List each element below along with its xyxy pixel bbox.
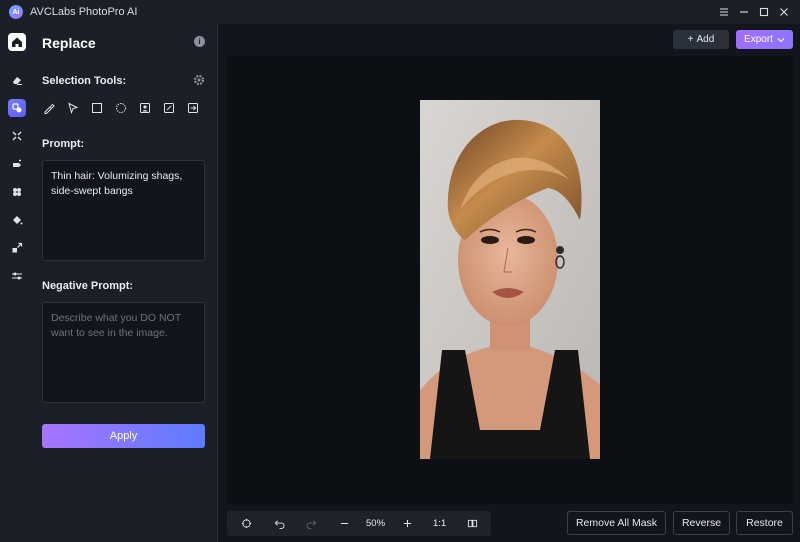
title-bar: Ai AVCLabs PhotoPro AI <box>0 0 800 24</box>
minimize-icon[interactable] <box>736 4 752 20</box>
home-icon[interactable] <box>8 33 26 51</box>
prompt-label: Prompt: <box>42 138 85 150</box>
chevron-down-icon <box>777 37 785 42</box>
app-title: AVCLabs PhotoPro AI <box>30 6 138 18</box>
portrait-photo[interactable] <box>420 100 600 459</box>
replace-icon[interactable] <box>8 99 26 117</box>
brush-icon[interactable] <box>42 101 55 114</box>
zoom-out-icon[interactable] <box>338 517 350 529</box>
reverse-button[interactable]: Reverse <box>673 511 730 535</box>
portrait-icon[interactable] <box>138 101 151 114</box>
prompt-input[interactable]: Thin hair: Volumizing shags, side-swept … <box>42 160 205 261</box>
selection-tools-label: Selection Tools: <box>42 75 127 87</box>
zoom-in-icon[interactable] <box>401 517 413 529</box>
maximize-icon[interactable] <box>756 4 772 20</box>
add-button[interactable]: + Add <box>673 30 729 49</box>
negative-prompt-input[interactable] <box>42 302 205 403</box>
reset-view-icon[interactable] <box>240 517 252 529</box>
add-label: Add <box>696 34 715 45</box>
paint-bucket-icon[interactable] <box>8 211 26 229</box>
export-label: Export <box>744 34 773 45</box>
eraser-icon[interactable] <box>8 71 26 89</box>
compare-icon[interactable] <box>466 517 478 529</box>
undo-icon[interactable] <box>273 517 285 529</box>
image-canvas[interactable] <box>227 56 793 504</box>
menu-icon[interactable] <box>716 4 732 20</box>
import-icon[interactable] <box>186 101 199 114</box>
magic-icon[interactable] <box>8 155 26 173</box>
zoom-level: 50% <box>366 518 386 529</box>
remove-all-mask-button[interactable]: Remove All Mask <box>567 511 666 535</box>
app-logo: Ai <box>9 5 23 19</box>
edit-icon[interactable] <box>162 101 175 114</box>
info-icon[interactable]: i <box>194 36 205 47</box>
expand-icon[interactable] <box>8 127 26 145</box>
export-button[interactable]: Export <box>736 30 793 49</box>
resize-icon[interactable] <box>8 239 26 257</box>
apply-button[interactable]: Apply <box>42 424 205 448</box>
restore-button[interactable]: Restore <box>736 511 793 535</box>
lasso-icon[interactable] <box>66 101 79 114</box>
rectangle-icon[interactable] <box>90 101 103 114</box>
negative-prompt-label: Negative Prompt: <box>42 280 134 292</box>
tool-rail <box>0 24 34 542</box>
redo-icon[interactable] <box>305 517 317 529</box>
plus-icon: + <box>687 34 694 45</box>
panel-title: Replace <box>42 35 96 51</box>
actual-size-button[interactable]: 1:1 <box>433 518 446 529</box>
gear-icon[interactable] <box>193 74 205 86</box>
cutout-icon[interactable] <box>8 183 26 201</box>
canvas-toolbar: 50% 1:1 <box>227 511 491 536</box>
replace-panel: Replace i Selection Tools: Prompt: Thin … <box>34 24 218 542</box>
ellipse-icon[interactable] <box>114 101 127 114</box>
close-icon[interactable] <box>776 4 792 20</box>
selection-tools <box>42 101 199 114</box>
sliders-icon[interactable] <box>8 267 26 285</box>
